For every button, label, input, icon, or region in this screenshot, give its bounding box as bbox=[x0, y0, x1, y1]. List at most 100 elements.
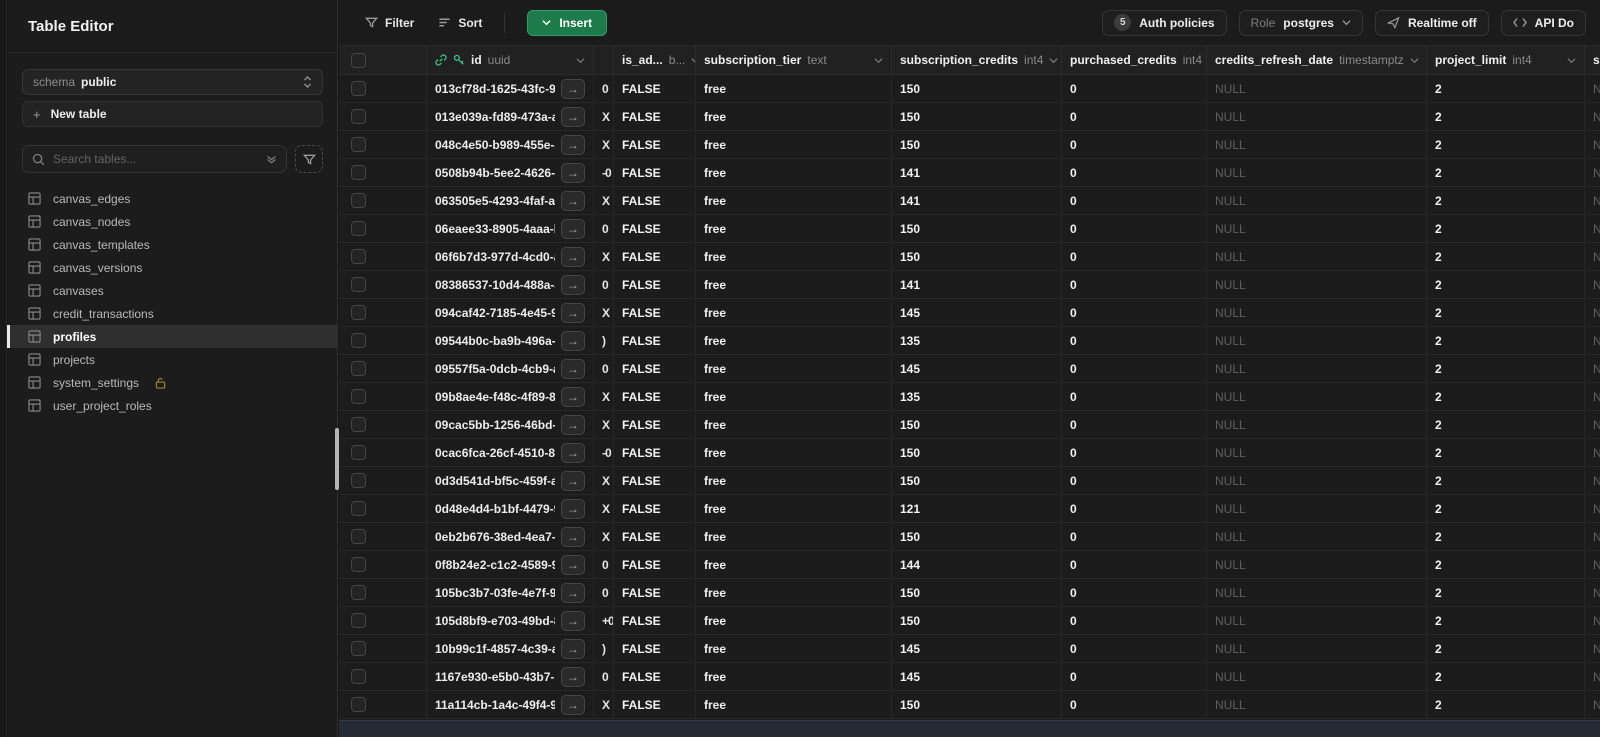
cell-project-limit[interactable]: 2 bbox=[1427, 187, 1585, 214]
cell-subscription-tier[interactable]: free bbox=[696, 243, 892, 270]
cell-is-admin[interactable]: FALSE bbox=[614, 271, 696, 298]
cell-purchased-credits[interactable]: 0 bbox=[1062, 187, 1207, 214]
cell-subscription-credits[interactable]: 150 bbox=[892, 131, 1062, 158]
api-docs-button[interactable]: API Do bbox=[1500, 9, 1586, 36]
cell-project-limit[interactable]: 2 bbox=[1427, 467, 1585, 494]
cell-subscription-credits[interactable]: 150 bbox=[892, 691, 1062, 718]
column-header-su[interactable]: su bbox=[1585, 46, 1600, 74]
row-checkbox[interactable] bbox=[351, 193, 366, 208]
row-checkbox[interactable] bbox=[351, 305, 366, 320]
cell-project-limit[interactable]: 2 bbox=[1427, 271, 1585, 298]
row-checkbox[interactable] bbox=[351, 109, 366, 124]
sort-button[interactable]: Sort bbox=[426, 10, 494, 36]
cell-subscription-credits[interactable]: 135 bbox=[892, 327, 1062, 354]
cell-subscription-credits[interactable]: 141 bbox=[892, 187, 1062, 214]
cell-id[interactable]: 11a114cb-1a4c-49f4-9b28-52219ec... → bbox=[427, 691, 594, 718]
row-checkbox[interactable] bbox=[351, 81, 366, 96]
cell-project-limit[interactable]: 2 bbox=[1427, 663, 1585, 690]
cell-subscription-credits[interactable]: 121 bbox=[892, 495, 1062, 522]
expand-row-button[interactable]: → bbox=[561, 274, 585, 295]
cell-purchased-credits[interactable]: 0 bbox=[1062, 159, 1207, 186]
cell-project-limit[interactable]: 2 bbox=[1427, 159, 1585, 186]
cell-subscription-tier[interactable]: free bbox=[696, 327, 892, 354]
cell-purchased-credits[interactable]: 0 bbox=[1062, 495, 1207, 522]
column-header-subscription_tier[interactable]: subscription_tier text bbox=[696, 46, 892, 74]
cell-is-admin[interactable]: FALSE bbox=[614, 75, 696, 102]
cell-credits-refresh-date[interactable]: NULL bbox=[1207, 271, 1427, 298]
cell-subscription-tier[interactable]: free bbox=[696, 439, 892, 466]
column-header-checkbox[interactable] bbox=[339, 46, 427, 74]
sidebar-item-user_project_roles[interactable]: user_project_roles bbox=[8, 394, 337, 417]
cell-is-admin[interactable]: FALSE bbox=[614, 495, 696, 522]
cell-is-admin[interactable]: FALSE bbox=[614, 327, 696, 354]
column-header-id[interactable]: id uuid bbox=[427, 46, 594, 74]
cell-id[interactable]: 0f8b24e2-c1c2-4589-99ce-2c52d... → bbox=[427, 551, 594, 578]
cell-is-admin[interactable]: FALSE bbox=[614, 131, 696, 158]
cell-is-admin[interactable]: FALSE bbox=[614, 467, 696, 494]
cell-purchased-credits[interactable]: 0 bbox=[1062, 467, 1207, 494]
cell-subscription-credits[interactable]: 144 bbox=[892, 551, 1062, 578]
cell-subscription-tier[interactable]: free bbox=[696, 215, 892, 242]
cell-credits-refresh-date[interactable]: NULL bbox=[1207, 355, 1427, 382]
cell-id[interactable]: 0eb2b676-38ed-4ea7-9dad-38e6... → bbox=[427, 523, 594, 550]
sidebar-item-credit_transactions[interactable]: credit_transactions bbox=[8, 302, 337, 325]
cell-project-limit[interactable]: 2 bbox=[1427, 299, 1585, 326]
cell-is-admin[interactable]: FALSE bbox=[614, 607, 696, 634]
cell-purchased-credits[interactable]: 0 bbox=[1062, 271, 1207, 298]
row-checkbox[interactable] bbox=[351, 697, 366, 712]
column-header-credits_refresh_date[interactable]: credits_refresh_date timestamptz bbox=[1207, 46, 1427, 74]
cell-purchased-credits[interactable]: 0 bbox=[1062, 355, 1207, 382]
row-checkbox[interactable] bbox=[351, 137, 366, 152]
cell-is-admin[interactable]: FALSE bbox=[614, 551, 696, 578]
cell-credits-refresh-date[interactable]: NULL bbox=[1207, 243, 1427, 270]
cell-subscription-tier[interactable]: free bbox=[696, 495, 892, 522]
cell-purchased-credits[interactable]: 0 bbox=[1062, 327, 1207, 354]
cell-id[interactable]: 013cf78d-1625-43fc-9961-442189... → bbox=[427, 75, 594, 102]
cell-id[interactable]: 048c4e50-b989-455e-847e-fb2f... → bbox=[427, 131, 594, 158]
cell-subscription-tier[interactable]: free bbox=[696, 579, 892, 606]
cell-subscription-tier[interactable]: free bbox=[696, 635, 892, 662]
sidebar-item-canvas_nodes[interactable]: canvas_nodes bbox=[8, 210, 337, 233]
cell-subscription-credits[interactable]: 150 bbox=[892, 75, 1062, 102]
select-all-checkbox[interactable] bbox=[351, 52, 366, 68]
cell-purchased-credits[interactable]: 0 bbox=[1062, 691, 1207, 718]
expand-row-button[interactable]: → bbox=[561, 470, 585, 491]
cell-purchased-credits[interactable]: 0 bbox=[1062, 215, 1207, 242]
expand-row-button[interactable]: → bbox=[561, 526, 585, 547]
expand-row-button[interactable]: → bbox=[561, 582, 585, 603]
row-checkbox[interactable] bbox=[351, 669, 366, 684]
cell-credits-refresh-date[interactable]: NULL bbox=[1207, 159, 1427, 186]
row-checkbox[interactable] bbox=[351, 277, 366, 292]
cell-subscription-credits[interactable]: 145 bbox=[892, 299, 1062, 326]
expand-row-button[interactable]: → bbox=[561, 414, 585, 435]
cell-purchased-credits[interactable]: 0 bbox=[1062, 635, 1207, 662]
cell-purchased-credits[interactable]: 0 bbox=[1062, 439, 1207, 466]
double-chevron-icon[interactable] bbox=[266, 153, 277, 165]
cell-subscription-tier[interactable]: free bbox=[696, 411, 892, 438]
cell-credits-refresh-date[interactable]: NULL bbox=[1207, 299, 1427, 326]
cell-project-limit[interactable]: 2 bbox=[1427, 383, 1585, 410]
cell-id[interactable]: 094caf42-7185-4e45-99f3-14abee... → bbox=[427, 299, 594, 326]
cell-purchased-credits[interactable]: 0 bbox=[1062, 579, 1207, 606]
cell-credits-refresh-date[interactable]: NULL bbox=[1207, 551, 1427, 578]
search-tables-input[interactable]: Search tables... bbox=[22, 145, 287, 173]
cell-purchased-credits[interactable]: 0 bbox=[1062, 299, 1207, 326]
realtime-toggle-button[interactable]: Realtime off bbox=[1374, 9, 1489, 36]
cell-credits-refresh-date[interactable]: NULL bbox=[1207, 495, 1427, 522]
row-checkbox[interactable] bbox=[351, 165, 366, 180]
filter-button[interactable]: Filter bbox=[353, 10, 426, 36]
sidebar-item-canvases[interactable]: canvases bbox=[8, 279, 337, 302]
expand-row-button[interactable]: → bbox=[561, 610, 585, 631]
row-checkbox[interactable] bbox=[351, 473, 366, 488]
cell-credits-refresh-date[interactable]: NULL bbox=[1207, 467, 1427, 494]
column-header-purchased_credits[interactable]: purchased_credits int4 bbox=[1062, 46, 1207, 74]
cell-project-limit[interactable]: 2 bbox=[1427, 75, 1585, 102]
cell-id[interactable]: 06f6b7d3-977d-4cd0-acd4-4a78... → bbox=[427, 243, 594, 270]
expand-row-button[interactable]: → bbox=[561, 134, 585, 155]
expand-row-button[interactable]: → bbox=[561, 386, 585, 407]
cell-credits-refresh-date[interactable]: NULL bbox=[1207, 131, 1427, 158]
cell-is-admin[interactable]: FALSE bbox=[614, 439, 696, 466]
cell-is-admin[interactable]: FALSE bbox=[614, 215, 696, 242]
cell-project-limit[interactable]: 2 bbox=[1427, 439, 1585, 466]
cell-project-limit[interactable]: 2 bbox=[1427, 607, 1585, 634]
